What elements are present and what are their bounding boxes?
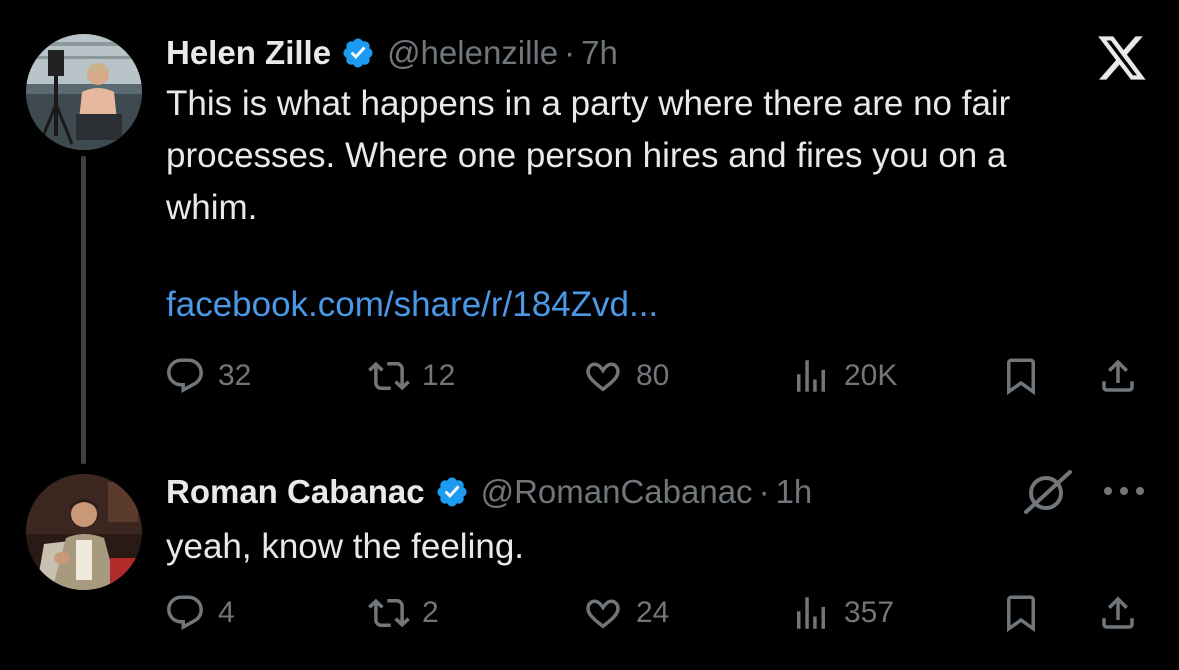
x-logo-icon	[1096, 34, 1148, 82]
author-name[interactable]: Roman Cabanac	[166, 473, 425, 511]
author-handle[interactable]: @RomanCabanac	[481, 473, 753, 511]
like-button[interactable]: 80	[582, 350, 669, 402]
reply-count: 4	[218, 596, 235, 629]
repost-icon	[368, 355, 410, 397]
timestamp[interactable]: 1h	[776, 473, 813, 511]
tweet-roman-cabanac[interactable]: Roman Cabanac @RomanCabanac · 1h yeah, k…	[0, 455, 1179, 670]
repost-count: 2	[422, 596, 439, 629]
tweet-header: Helen Zille @helenzille · 7h	[166, 30, 618, 76]
reply-icon	[164, 592, 206, 634]
views-icon	[790, 592, 832, 634]
avatar[interactable]	[26, 34, 142, 150]
views-count: 20K	[844, 359, 898, 392]
tweet-text: yeah, know the feeling.	[166, 521, 1156, 573]
avatar[interactable]	[26, 474, 142, 590]
bookmark-icon	[1000, 592, 1042, 634]
bookmark-icon	[1000, 355, 1042, 397]
reply-button[interactable]: 4	[164, 587, 235, 639]
thread-line	[81, 156, 86, 464]
heart-icon	[582, 592, 624, 634]
author-handle[interactable]: @helenzille	[387, 34, 558, 72]
repost-icon	[368, 592, 410, 634]
like-count: 24	[636, 596, 670, 629]
bookmark-button[interactable]	[1000, 350, 1042, 402]
verified-badge-icon	[341, 36, 375, 70]
share-icon	[1097, 355, 1139, 397]
repost-count: 12	[422, 359, 456, 392]
repost-button[interactable]: 2	[368, 587, 439, 639]
bookmark-button[interactable]	[1000, 587, 1042, 639]
action-bar: 32 12 80 20K	[0, 350, 1179, 402]
views-button[interactable]: 20K	[790, 350, 897, 402]
like-count: 80	[636, 359, 670, 392]
reply-count: 32	[218, 359, 252, 392]
views-count: 357	[844, 596, 895, 629]
action-bar: 4 2 24 357	[0, 587, 1179, 639]
more-icon[interactable]	[1102, 481, 1146, 501]
share-button[interactable]	[1097, 587, 1139, 639]
verified-badge-icon	[435, 475, 469, 509]
tweet-header: Roman Cabanac @RomanCabanac · 1h	[166, 469, 812, 515]
views-icon	[790, 355, 832, 397]
avatar-photo-icon	[26, 34, 142, 150]
timestamp[interactable]: 7h	[581, 34, 618, 72]
author-name[interactable]: Helen Zille	[166, 34, 331, 72]
reply-icon	[164, 355, 206, 397]
separator: ·	[564, 34, 576, 71]
tweet-text: This is what happens in a party where th…	[166, 78, 1156, 234]
tweet-paragraph: This is what happens in a party where th…	[166, 84, 1011, 227]
avatar-photo-icon	[26, 474, 142, 590]
grok-icon[interactable]	[1022, 468, 1074, 514]
tweet-helen-zille[interactable]: Helen Zille @helenzille · 7h This is wha…	[0, 0, 1179, 464]
repost-button[interactable]: 12	[368, 350, 455, 402]
share-icon	[1097, 592, 1139, 634]
reply-button[interactable]: 32	[164, 350, 251, 402]
separator: ·	[758, 473, 770, 510]
share-button[interactable]	[1097, 350, 1139, 402]
heart-icon	[582, 355, 624, 397]
views-button[interactable]: 357	[790, 587, 894, 639]
tweet-paragraph: yeah, know the feeling.	[166, 527, 525, 566]
tweet-link[interactable]: facebook.com/share/r/184Zvd...	[166, 282, 658, 328]
like-button[interactable]: 24	[582, 587, 669, 639]
